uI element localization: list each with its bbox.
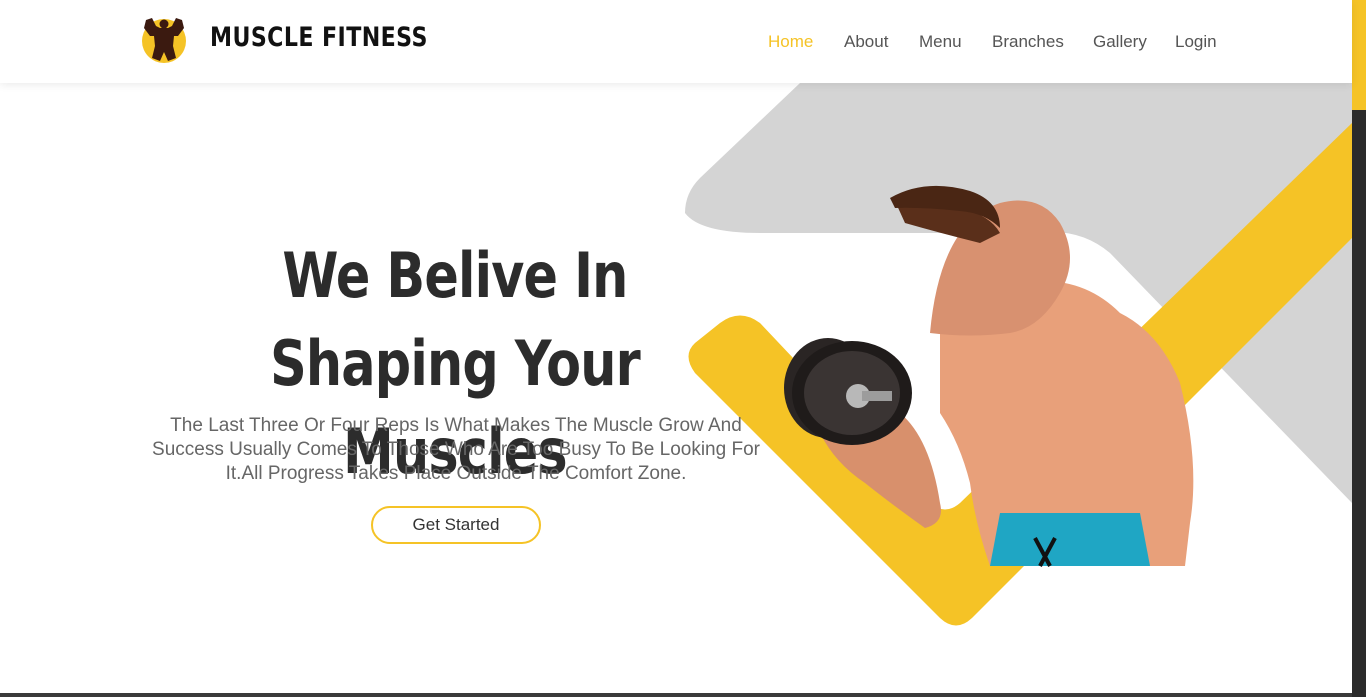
hero-image — [685, 83, 1352, 626]
hero-subtext: The Last Three Or Four Reps Is What Make… — [152, 415, 760, 484]
get-started-button[interactable]: Get Started — [371, 506, 541, 544]
nav-branches[interactable]: Branches — [992, 32, 1064, 52]
scrollbar-thumb[interactable] — [1352, 0, 1366, 110]
dumbbell-icon — [784, 338, 912, 445]
nav-menu[interactable]: Menu — [919, 32, 962, 52]
bottom-divider — [0, 693, 1352, 697]
nav-login[interactable]: Login — [1175, 32, 1217, 52]
nav-about[interactable]: About — [844, 32, 888, 52]
nav-gallery[interactable]: Gallery — [1093, 32, 1147, 52]
site-header: MUSCLE FITNESS Home About Menu Branches … — [0, 0, 1352, 83]
nav-home[interactable]: Home — [768, 32, 813, 52]
main-nav: Home About Menu Branches Gallery Login — [0, 32, 1352, 54]
hero-headline-line1: We Belive In Shaping Your — [270, 239, 641, 400]
